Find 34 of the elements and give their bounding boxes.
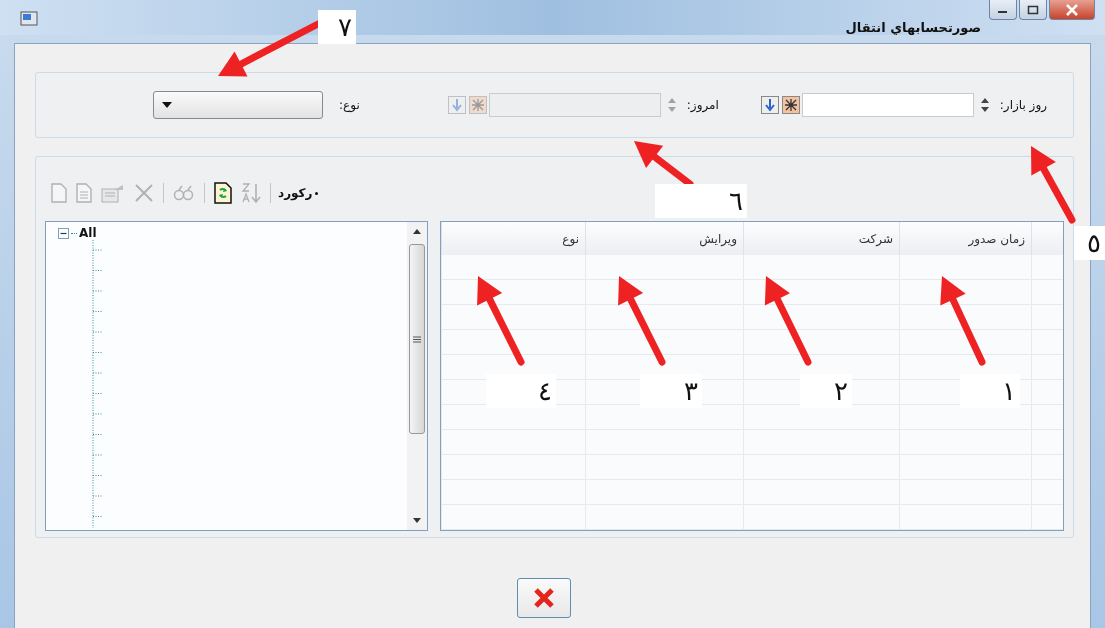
vertical-scrollbar[interactable]	[407, 222, 427, 530]
annotation-number: ٧	[318, 10, 356, 44]
close-icon	[1065, 3, 1079, 16]
collapse-icon[interactable]	[58, 227, 69, 239]
toolbar-label: رکورد	[278, 186, 313, 200]
minimize-button[interactable]	[989, 0, 1017, 20]
column-header[interactable]: نوع	[441, 222, 585, 255]
window-icon	[20, 10, 38, 27]
close-icon	[531, 587, 556, 609]
field-label: نوع:	[339, 98, 360, 112]
refresh-icon[interactable]	[214, 182, 232, 204]
column-header[interactable]: شرکت	[743, 222, 899, 255]
scroll-down-icon[interactable]	[413, 518, 421, 524]
column-header[interactable]: زمان صدور	[899, 222, 1031, 255]
annotation-number: ٦	[655, 184, 747, 218]
grip-icon	[413, 335, 421, 343]
window-title: صورتحسابهاي انتقال	[845, 20, 981, 35]
date-field[interactable]	[801, 93, 974, 117]
tree-item[interactable]: All	[79, 226, 97, 240]
column-header[interactable]: ويرايش	[585, 222, 743, 255]
maximize-button[interactable]	[1019, 0, 1047, 20]
maximize-icon	[1027, 4, 1039, 15]
dropdown-caret-icon	[162, 102, 173, 108]
annotation-number: ٥	[1074, 226, 1105, 260]
type-dropdown[interactable]	[153, 91, 324, 119]
field-label: روز بازار:	[999, 98, 1047, 112]
close-button[interactable]	[1049, 0, 1095, 20]
cancel-button[interactable]	[516, 578, 571, 618]
scroll-up-icon[interactable]	[413, 228, 421, 234]
annotation-number: ٣	[640, 374, 702, 408]
annotation-number: ٤	[486, 374, 556, 408]
annotation-number: ٢	[800, 374, 852, 408]
field-label: امروز:	[686, 98, 719, 112]
annotation-number: ١	[960, 374, 1020, 408]
